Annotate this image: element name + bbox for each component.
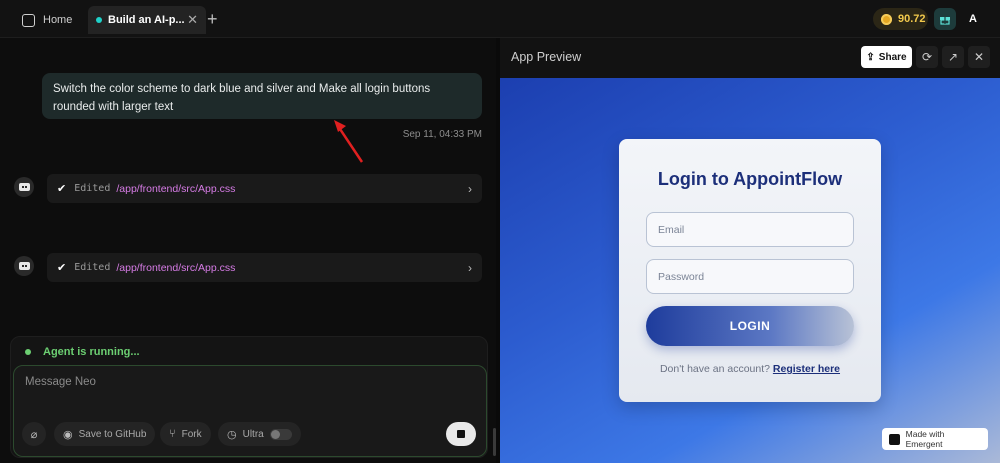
- agent-status: Agent is running...: [25, 346, 140, 358]
- save-to-github-label: Save to GitHub: [78, 428, 147, 440]
- edit-action: Edited: [74, 262, 111, 273]
- running-dot-icon: [25, 349, 31, 355]
- email-placeholder: Email: [658, 224, 685, 236]
- edit-entry[interactable]: ✔ Edited /app/frontend/src/App.css ›: [47, 253, 482, 282]
- chat-scrollbar[interactable]: [493, 428, 496, 456]
- close-icon[interactable]: ✕: [968, 46, 990, 68]
- register-prompt: Don't have an account? Register here: [619, 363, 881, 375]
- app-root: Home Build an AI-p... ✕ + 90.72 A Switch…: [0, 0, 1000, 463]
- agent-avatar-icon: [14, 256, 34, 276]
- emergent-logo-icon: [889, 433, 900, 445]
- ultra-icon: ◷: [227, 428, 237, 441]
- chevron-right-icon: ›: [468, 260, 472, 275]
- agent-status-label: Agent is running...: [43, 346, 140, 358]
- annotation-arrow-icon: [334, 120, 364, 163]
- register-link[interactable]: Register here: [773, 363, 840, 375]
- new-tab-icon[interactable]: +: [207, 10, 218, 28]
- share-label: Share: [878, 51, 907, 63]
- message-input[interactable]: Message Neo ⌀ ◉ Save to GitHub ⑂ Fork ◷ …: [13, 365, 487, 457]
- share-button[interactable]: ⇪ Share: [861, 46, 912, 68]
- login-button[interactable]: LOGIN: [646, 306, 854, 346]
- user-message: Switch the color scheme to dark blue and…: [42, 73, 482, 119]
- github-icon: ◉: [63, 428, 73, 441]
- avatar[interactable]: A: [962, 8, 984, 30]
- tab-project[interactable]: Build an AI-p... ✕: [88, 6, 206, 34]
- edit-entry[interactable]: ✔ Edited /app/frontend/src/App.css ›: [47, 174, 482, 203]
- email-field[interactable]: Email: [646, 212, 854, 247]
- app-preview: Login to AppointFlow Email Password LOGI…: [500, 78, 1000, 463]
- chat-panel: Switch the color scheme to dark blue and…: [0, 38, 496, 463]
- stop-icon: [457, 430, 465, 438]
- coin-icon: [881, 13, 892, 25]
- edit-action: Edited: [74, 183, 111, 194]
- save-to-github-button[interactable]: ◉ Save to GitHub: [54, 422, 156, 446]
- fork-icon: ⑂: [169, 428, 176, 440]
- check-icon: ✔: [57, 262, 67, 274]
- edit-path: /app/frontend/src/App.css: [116, 182, 236, 195]
- home-icon: [22, 13, 35, 27]
- edit-path: /app/frontend/src/App.css: [116, 261, 236, 274]
- fork-label: Fork: [181, 428, 202, 440]
- ultra-toggle[interactable]: ◷ Ultra: [218, 422, 301, 446]
- check-icon: ✔: [57, 183, 67, 195]
- tab-home-label: Home: [43, 14, 73, 26]
- made-with-label: Made with Emergent: [905, 429, 945, 449]
- close-tab-icon[interactable]: ✕: [187, 12, 198, 28]
- tab-home[interactable]: Home: [22, 6, 72, 34]
- credits-badge[interactable]: 90.72: [873, 8, 928, 30]
- paperclip-icon: ⌀: [30, 428, 38, 441]
- top-bar: Home Build an AI-p... ✕ + 90.72 A: [0, 0, 1000, 38]
- password-field[interactable]: Password: [646, 259, 854, 294]
- share-icon: ⇪: [866, 51, 875, 63]
- gift-glyph: [940, 17, 950, 25]
- preview-header: App Preview ⇪ Share ⟳ ↗ ✕: [500, 38, 1000, 78]
- made-with-badge[interactable]: Made with Emergent: [882, 428, 988, 450]
- message-timestamp: Sep 11, 04:33 PM: [402, 129, 482, 140]
- gift-icon[interactable]: [934, 8, 956, 30]
- ultra-switch[interactable]: [269, 428, 292, 440]
- agent-avatar-icon: [14, 177, 34, 197]
- stop-button[interactable]: [446, 422, 476, 446]
- attach-button[interactable]: ⌀: [22, 422, 46, 446]
- open-external-icon[interactable]: ↗: [942, 46, 964, 68]
- fork-button[interactable]: ⑂ Fork: [160, 422, 211, 446]
- preview-title: App Preview: [511, 50, 582, 64]
- login-title: Login to AppointFlow: [657, 169, 843, 189]
- login-card: Login to AppointFlow Email Password LOGI…: [619, 139, 881, 402]
- status-dot-icon: [96, 17, 102, 23]
- message-placeholder: Message Neo: [25, 376, 96, 388]
- ultra-label: Ultra: [242, 428, 264, 440]
- credits-value: 90.72: [898, 13, 926, 25]
- register-prompt-text: Don't have an account?: [659, 363, 770, 375]
- composer: Agent is running... Message Neo ⌀ ◉ Save…: [10, 336, 488, 458]
- password-placeholder: Password: [658, 271, 705, 283]
- tab-project-label: Build an AI-p...: [108, 14, 185, 26]
- refresh-icon[interactable]: ⟳: [916, 46, 938, 68]
- chevron-right-icon: ›: [468, 181, 472, 196]
